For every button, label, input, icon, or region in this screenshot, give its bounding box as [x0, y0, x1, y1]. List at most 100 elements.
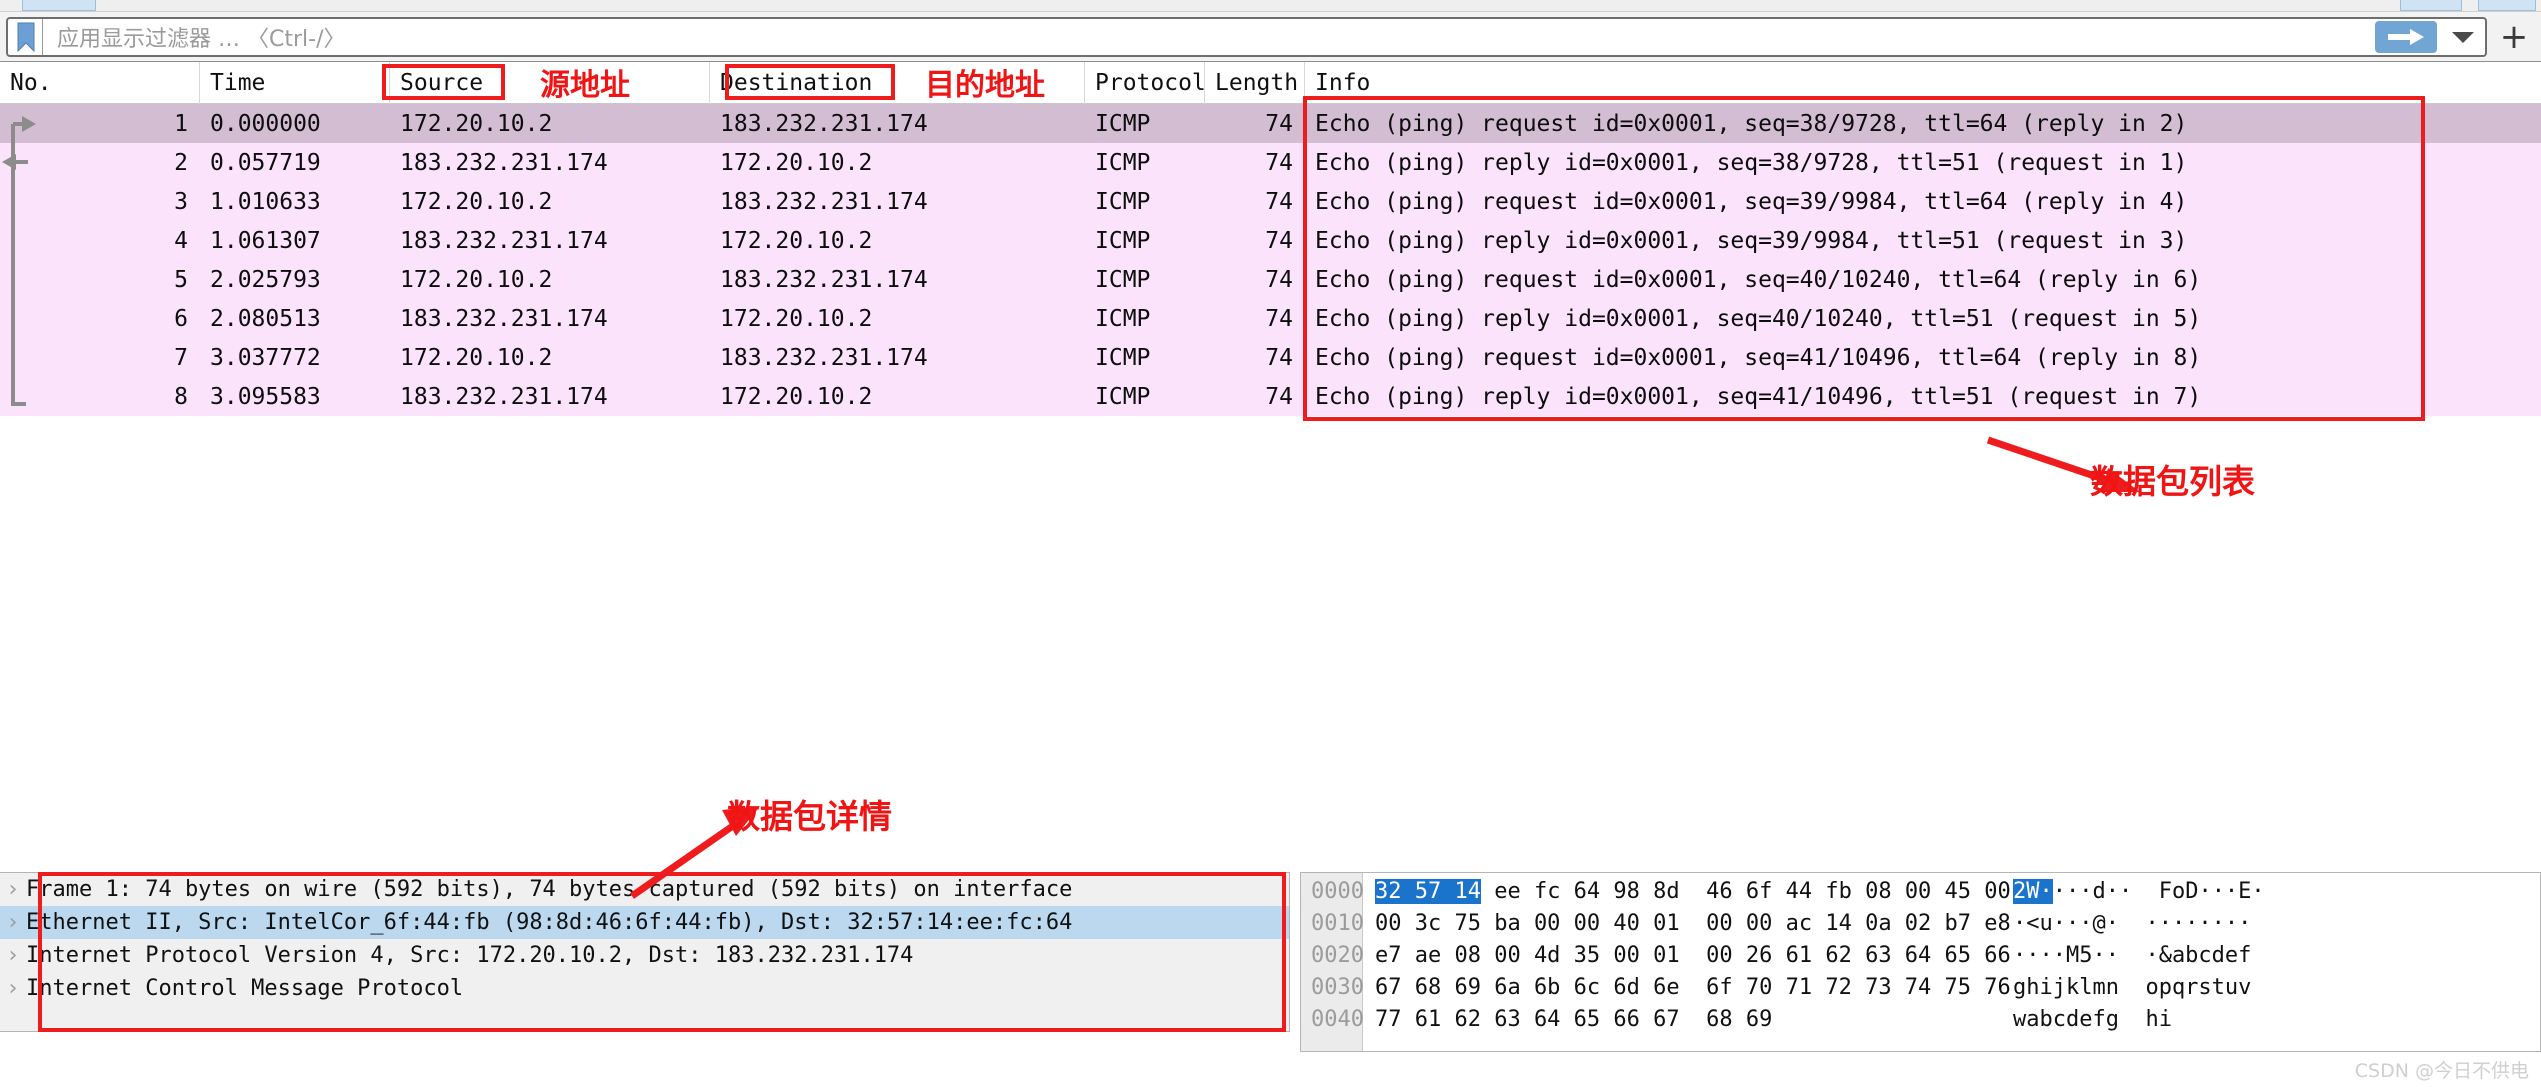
hex-ascii-selected: 2W· [2013, 878, 2053, 904]
packet-cell-len: 74 [1265, 149, 1293, 176]
hex-bytes[interactable]: 77 61 62 63 64 65 66 67 68 69 [1363, 1007, 2013, 1032]
packet-row[interactable]: 1 0.000000 172.20.10.2 183.232.231.174 ICMP 7… [0, 104, 2541, 143]
packet-cell-info: Echo (ping) request id=0x0001, seq=38/97… [1315, 110, 2188, 137]
packet-cell-time: 0.000000 [210, 110, 321, 137]
hex-dump-line[interactable]: 0000 32 57 14 ee fc 64 98 8d 46 6f 44 fb … [1301, 875, 2540, 907]
packet-cell-time: 2.080513 [210, 305, 321, 332]
hex-bytes[interactable]: 67 68 69 6a 6b 6c 6d 6e 6f 70 71 72 73 7… [1363, 975, 2013, 1000]
column-header-info[interactable]: Info [1305, 62, 2541, 104]
packet-cell-info: Echo (ping) request id=0x0001, seq=41/10… [1315, 344, 2202, 371]
hex-bytes-rest: 67 68 69 6a 6b 6c 6d 6e 6f 70 71 72 73 7… [1375, 974, 2011, 1000]
packet-row[interactable]: 2 0.057719 183.232.231.174 172.20.10.2 ICMP 7… [0, 143, 2541, 182]
packet-cell-no: 2 [174, 149, 188, 176]
hex-ascii-rest: wabcdefg hi [2013, 1006, 2172, 1032]
packet-detail-row[interactable]: › Internet Protocol Version 4, Src: 172.2… [0, 939, 1289, 972]
packet-cell-src: 172.20.10.2 [400, 188, 553, 215]
hex-bytes[interactable]: 32 57 14 ee fc 64 98 8d 46 6f 44 fb 08 0… [1363, 878, 2013, 904]
packet-row[interactable]: 5 2.025793 172.20.10.2 183.232.231.174 ICMP 7… [0, 260, 2541, 299]
destination-annotation-label: 目的地址 [925, 68, 1045, 103]
hex-ascii[interactable]: ····M5·· ·&abcdef [2013, 943, 2251, 968]
chevron-right-icon[interactable]: › [0, 976, 26, 1001]
hex-bytes-selected: 32 57 14 [1375, 878, 1481, 904]
packet-cell-info: Echo (ping) reply id=0x0001, seq=40/1024… [1315, 305, 2202, 332]
chevron-right-icon[interactable]: › [0, 910, 26, 935]
display-filter-input[interactable]: 应用显示过滤器 … 〈Ctrl-/〉 [43, 21, 2375, 53]
packet-cell-no: 6 [174, 305, 188, 332]
hex-dump-line[interactable]: 0010 00 3c 75 ba 00 00 40 01 00 00 ac 14 … [1301, 907, 2540, 939]
packet-cell-no: 8 [174, 383, 188, 410]
packet-cell-info: Echo (ping) reply id=0x0001, seq=39/9984… [1315, 227, 2188, 254]
column-header-time[interactable]: Time [200, 61, 390, 104]
hex-bytes[interactable]: 00 3c 75 ba 00 00 40 01 00 00 ac 14 0a 0… [1363, 911, 2013, 936]
packet-cell-no: 5 [174, 266, 188, 293]
packet-cell-len: 74 [1265, 344, 1293, 371]
window-tab-right1[interactable] [2400, 0, 2462, 11]
bookmark-icon[interactable] [9, 18, 43, 55]
packet-detail-annotation-label: 数据包详情 [727, 797, 892, 836]
packet-cell-info: Echo (ping) reply id=0x0001, seq=41/1049… [1315, 383, 2202, 410]
window-titlebar-strip [0, 0, 2541, 12]
hex-dump-line[interactable]: 0020 e7 ae 08 00 4d 35 00 01 00 26 61 62 … [1301, 939, 2540, 971]
window-tab-right2[interactable] [2478, 0, 2536, 11]
packet-list-header: No. Time Source Destination Protocol Length In… [0, 61, 2541, 104]
hex-offset: 0010 [1311, 910, 1364, 936]
packet-cell-proto: ICMP [1095, 227, 1151, 254]
packet-cell-proto: ICMP [1095, 266, 1151, 293]
packet-cell-proto: ICMP [1095, 110, 1151, 137]
hex-bytes-rest: e7 ae 08 00 4d 35 00 01 00 26 61 62 63 6… [1375, 942, 2011, 968]
packet-cell-no: 3 [174, 188, 188, 215]
hex-dump-body[interactable]: 0000 32 57 14 ee fc 64 98 8d 46 6f 44 fb … [1301, 875, 2540, 1035]
hex-ascii-rest: ···d·· FoD···E· [2052, 878, 2265, 904]
hex-ascii-rest: ····M5·· ·&abcdef [2013, 942, 2252, 968]
packet-row[interactable]: 7 3.037772 172.20.10.2 183.232.231.174 ICMP 7… [0, 338, 2541, 377]
packet-cell-time: 3.037772 [210, 344, 321, 371]
packet-cell-time: 3.095583 [210, 383, 321, 410]
window-tab-left[interactable] [22, 0, 96, 11]
packet-row[interactable]: 6 2.080513 183.232.231.174 172.20.10.2 ICMP 7… [0, 299, 2541, 338]
packet-cell-len: 74 [1265, 110, 1293, 137]
packet-cell-dst: 183.232.231.174 [720, 344, 928, 371]
hex-bytes[interactable]: e7 ae 08 00 4d 35 00 01 00 26 61 62 63 6… [1363, 943, 2013, 968]
column-header-protocol[interactable]: Protocol [1085, 61, 1205, 104]
chevron-right-icon[interactable]: › [0, 943, 26, 968]
packet-cell-dst: 172.20.10.2 [720, 305, 873, 332]
packet-detail-row[interactable]: › Internet Control Message Protocol [0, 972, 1289, 1005]
packet-cell-dst: 183.232.231.174 [720, 110, 928, 137]
plus-icon[interactable]: + [2493, 17, 2535, 57]
packet-row[interactable]: 4 1.061307 183.232.231.174 172.20.10.2 ICMP 7… [0, 221, 2541, 260]
hex-ascii[interactable]: wabcdefg hi [2013, 1007, 2172, 1032]
hex-offset: 0020 [1311, 942, 1364, 968]
packet-cell-info: Echo (ping) request id=0x0001, seq=39/99… [1315, 188, 2188, 215]
packet-cell-proto: ICMP [1095, 188, 1151, 215]
packet-row[interactable]: 3 1.010633 172.20.10.2 183.232.231.174 ICMP 7… [0, 182, 2541, 221]
packet-cell-len: 74 [1265, 383, 1293, 410]
packet-list-annotation-label: 数据包列表 [2090, 462, 2255, 501]
hex-ascii[interactable]: 2W····d·· FoD···E· [2013, 878, 2265, 904]
packet-row[interactable]: 8 3.095583 183.232.231.174 172.20.10.2 ICMP 7… [0, 377, 2541, 416]
packet-cell-dst: 183.232.231.174 [720, 188, 928, 215]
hex-dump-line[interactable]: 0030 67 68 69 6a 6b 6c 6d 6e 6f 70 71 72 … [1301, 971, 2540, 1003]
hex-dump-line[interactable]: 0040 77 61 62 63 64 65 66 67 68 69 wabcdef… [1301, 1003, 2540, 1035]
apply-filter-button[interactable] [2375, 20, 2437, 53]
packet-detail-text: Ethernet II, Src: IntelCor_6f:44:fb (98:… [26, 910, 1073, 935]
packet-cell-no: 1 [174, 110, 188, 137]
column-header-no[interactable]: No. [0, 61, 200, 104]
packet-bytes-pane[interactable]: 0000 32 57 14 ee fc 64 98 8d 46 6f 44 fb … [1300, 872, 2541, 1052]
packet-list[interactable]: 1 0.000000 172.20.10.2 183.232.231.174 ICMP 7… [0, 104, 2541, 422]
packet-cell-info: Echo (ping) reply id=0x0001, seq=38/9728… [1315, 149, 2188, 176]
packet-detail-row[interactable]: › Ethernet II, Src: IntelCor_6f:44:fb (98… [0, 906, 1289, 939]
packet-cell-src: 172.20.10.2 [400, 344, 553, 371]
packet-cell-src: 172.20.10.2 [400, 110, 553, 137]
packet-detail-text: Internet Protocol Version 4, Src: 172.20… [26, 943, 914, 968]
packet-cell-proto: ICMP [1095, 149, 1151, 176]
packet-cell-len: 74 [1265, 266, 1293, 293]
hex-ascii[interactable]: ghijklmn opqrstuv [2013, 975, 2251, 1000]
hex-ascii[interactable]: ·<u···@· ········ [2013, 911, 2251, 936]
chevron-right-icon[interactable]: › [0, 877, 26, 902]
chevron-down-icon[interactable] [2441, 19, 2485, 55]
display-filter-input-wrap[interactable]: 应用显示过滤器 … 〈Ctrl-/〉 [6, 16, 2487, 57]
hex-offset: 0000 [1311, 878, 1364, 904]
watermark: CSDN @今日不供电 [2354, 1060, 2529, 1082]
column-header-length[interactable]: Length [1205, 61, 1305, 104]
hex-ascii-rest: ghijklmn opqrstuv [2013, 974, 2252, 1000]
